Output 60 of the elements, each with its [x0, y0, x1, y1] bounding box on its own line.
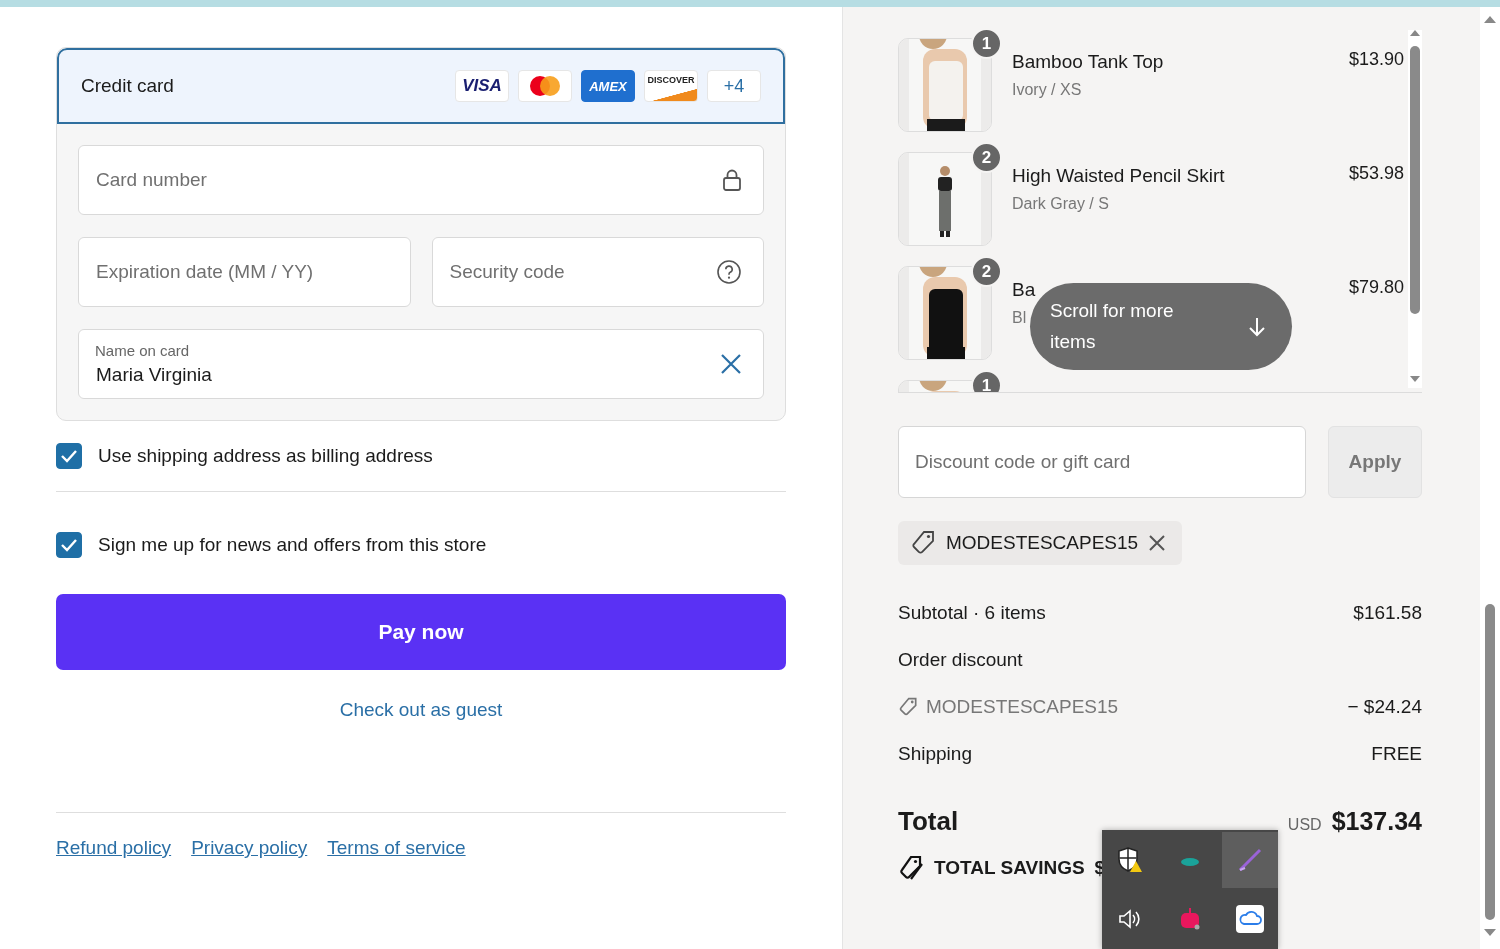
item-variant: Dark Gray / S — [1012, 195, 1109, 213]
discount-code-field[interactable]: Discount code or gift card — [898, 426, 1306, 498]
item-name: High Waisted Pencil Skirt — [1012, 165, 1225, 187]
checkbox-label: Sign me up for news and offers from this store — [98, 534, 487, 556]
guest-checkout-link[interactable]: Check out as guest — [339, 699, 503, 720]
tag-icon — [898, 696, 918, 717]
payment-method-label: Credit card — [81, 75, 174, 97]
total-value: $137.34 — [1331, 806, 1422, 836]
quantity-badge: 1 — [971, 370, 1002, 392]
shipping-value: FREE — [1371, 742, 1422, 765]
checkbox[interactable] — [56, 443, 82, 469]
item-name: Bamboo Tank Top — [1012, 51, 1164, 73]
lock-icon — [722, 168, 742, 192]
item-price: $79.80 — [1348, 276, 1404, 298]
expiration-field[interactable]: Expiration date (MM / YY) — [78, 237, 411, 307]
discount-code: MODESTESCAPES15 — [946, 532, 1139, 554]
policy-link[interactable]: Terms of service — [327, 837, 466, 859]
policy-link[interactable]: Refund policy — [56, 837, 172, 859]
item-price: $53.98 — [1348, 162, 1404, 184]
discover-logo: DISCOVER — [644, 70, 698, 102]
remove-icon[interactable] — [1148, 534, 1167, 552]
amex-logo: AMEX — [581, 70, 635, 102]
item-variant: Ivory / XS — [1012, 81, 1082, 99]
quantity-badge: 2 — [971, 142, 1002, 173]
checkbox-label: Use shipping address as billing address — [98, 445, 433, 467]
policy-link[interactable]: Privacy policy — [191, 837, 308, 859]
scroll-hint-text: Scroll for more items — [1050, 299, 1175, 354]
help-icon[interactable] — [716, 259, 742, 285]
security-code-field[interactable]: Security code — [431, 237, 764, 307]
quantity-badge: 1 — [971, 28, 1002, 59]
card-number-field[interactable]: Card number — [78, 145, 764, 215]
checkbox[interactable] — [56, 532, 82, 558]
more-brands-badge: +4 — [707, 70, 761, 102]
down-arrow-icon — [1248, 315, 1266, 338]
apply-button[interactable]: Apply — [1328, 426, 1422, 498]
shipping-label: Shipping — [898, 742, 972, 765]
checkmark-icon — [60, 538, 78, 552]
total-savings-label: TOTAL SAVINGS — [934, 857, 1085, 879]
cloud-icon[interactable] — [1236, 905, 1264, 934]
quantity-badge: 2 — [971, 256, 1002, 287]
shield-warning-icon[interactable] — [1116, 845, 1144, 874]
subtotal-label: Subtotal · 6 items — [898, 601, 1046, 624]
tags-icon — [898, 855, 924, 881]
checkmark-icon — [60, 449, 78, 463]
item-variant: Bl — [1012, 309, 1027, 327]
discount-code: MODESTESCAPES15 — [926, 695, 1119, 718]
currency: USD — [1287, 815, 1322, 834]
field-label: Name on card — [95, 342, 190, 359]
scrollbar[interactable] — [1408, 30, 1422, 388]
close-icon[interactable] — [720, 353, 742, 375]
order-discount-label: Order discount — [898, 648, 1023, 671]
total-label: Total — [898, 805, 959, 837]
subtotal-value: $161.58 — [1353, 601, 1422, 624]
tag-icon — [910, 530, 936, 556]
mastercard-logo — [518, 70, 572, 102]
payment-method-tab[interactable]: Credit card VISA AMEX DISCOVER +4 — [57, 48, 785, 124]
discount-amount: − $24.24 — [1347, 695, 1422, 718]
visa-logo: VISA — [455, 70, 509, 102]
pay-now-button[interactable]: Pay now — [56, 594, 786, 670]
item-price: $13.90 — [1348, 48, 1404, 70]
